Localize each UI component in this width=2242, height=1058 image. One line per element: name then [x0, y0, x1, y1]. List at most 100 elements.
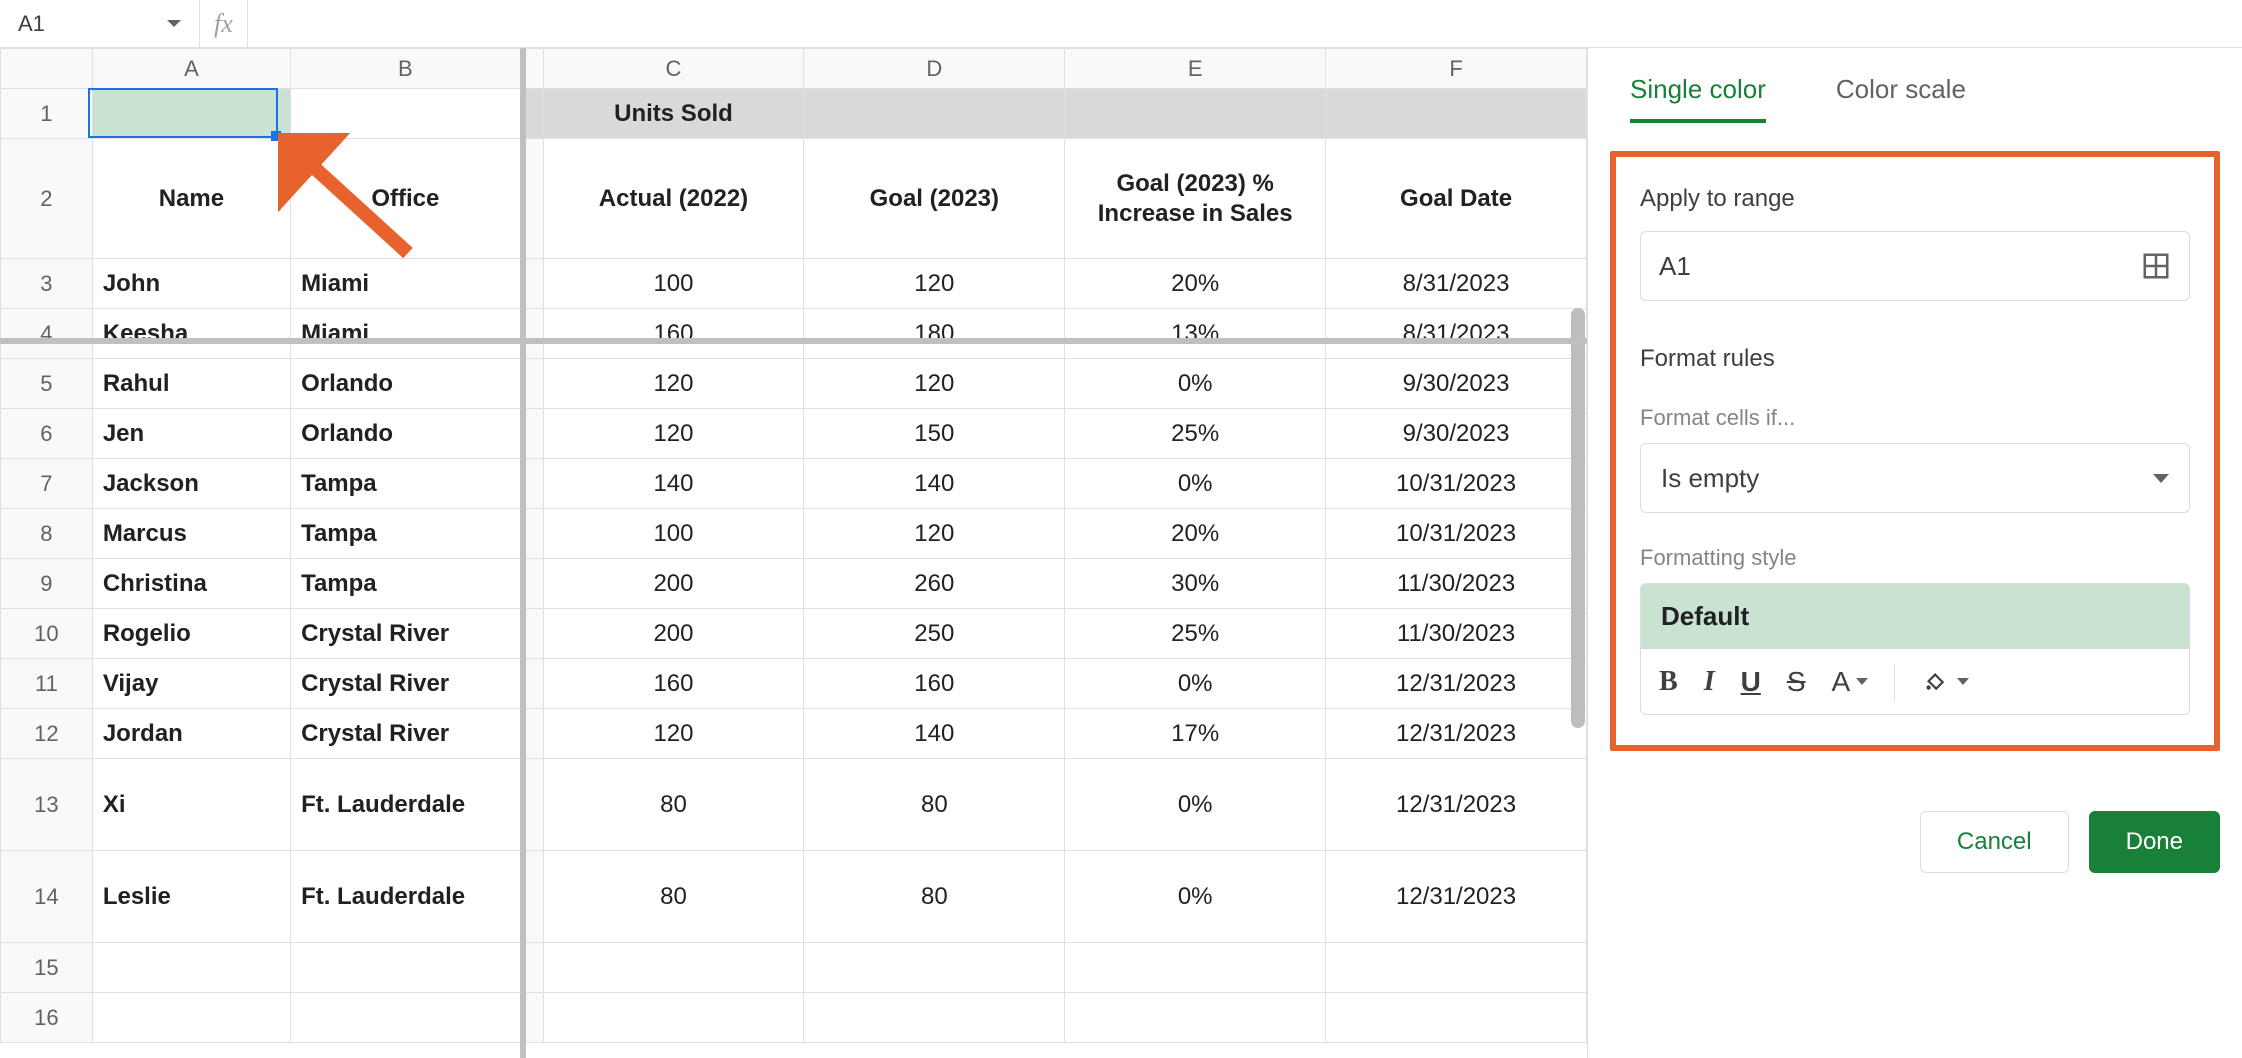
cell[interactable]: 20%: [1065, 259, 1326, 309]
apply-range-input[interactable]: A1: [1640, 231, 2190, 301]
bold-button[interactable]: B: [1659, 666, 1678, 698]
cell[interactable]: 10/31/2023: [1326, 459, 1587, 509]
col-header-F[interactable]: F: [1326, 49, 1587, 89]
cell[interactable]: Jordan: [92, 709, 290, 759]
cell[interactable]: 140: [804, 459, 1065, 509]
cell[interactable]: Xi: [92, 759, 290, 851]
cell[interactable]: [543, 943, 804, 993]
table-row[interactable]: 4 Keesha Miami 160 180 13% 8/31/2023: [1, 309, 1587, 359]
formula-input[interactable]: [248, 0, 2242, 47]
table-row[interactable]: 10 Rogelio Crystal River 200 250 25% 11/…: [1, 609, 1587, 659]
cell[interactable]: 100: [543, 509, 804, 559]
tab-single-color[interactable]: Single color: [1630, 68, 1766, 123]
cell[interactable]: 260: [804, 559, 1065, 609]
table-row[interactable]: 6 Jen Orlando 120 150 25% 9/30/2023: [1, 409, 1587, 459]
cell[interactable]: 120: [543, 359, 804, 409]
underline-button[interactable]: U: [1741, 666, 1761, 698]
row-header[interactable]: 8: [1, 509, 93, 559]
row-header[interactable]: 5: [1, 359, 93, 409]
table-row[interactable]: 15: [1, 943, 1587, 993]
row-header[interactable]: 15: [1, 943, 93, 993]
cell[interactable]: 120: [804, 509, 1065, 559]
col-header-D[interactable]: D: [804, 49, 1065, 89]
table-row[interactable]: 5 Rahul Orlando 120 120 0% 9/30/2023: [1, 359, 1587, 409]
table-row[interactable]: 12 Jordan Crystal River 120 140 17% 12/3…: [1, 709, 1587, 759]
cell-A2[interactable]: Name: [92, 139, 290, 259]
row-header[interactable]: 11: [1, 659, 93, 709]
cell[interactable]: Marcus: [92, 509, 290, 559]
cancel-button[interactable]: Cancel: [1920, 811, 2069, 873]
cell[interactable]: [291, 943, 521, 993]
cell[interactable]: Leslie: [92, 851, 290, 943]
cell[interactable]: 8/31/2023: [1326, 309, 1587, 359]
cell-E2[interactable]: Goal (2023) % Increase in Sales: [1065, 139, 1326, 259]
col-header-A[interactable]: A: [92, 49, 290, 89]
spreadsheet-grid[interactable]: A B C D E F 1 Units Sold: [0, 48, 1588, 1058]
cell[interactable]: 180: [804, 309, 1065, 359]
cell[interactable]: [291, 993, 521, 1043]
cell[interactable]: 25%: [1065, 409, 1326, 459]
cell[interactable]: [1065, 943, 1326, 993]
cell[interactable]: Rogelio: [92, 609, 290, 659]
cell[interactable]: 0%: [1065, 459, 1326, 509]
cell-E1[interactable]: [1065, 89, 1326, 139]
cell[interactable]: 160: [543, 659, 804, 709]
cell[interactable]: [804, 943, 1065, 993]
cell[interactable]: 140: [543, 459, 804, 509]
strikethrough-button[interactable]: S: [1787, 666, 1806, 698]
cell[interactable]: Jackson: [92, 459, 290, 509]
table-row[interactable]: 13 Xi Ft. Lauderdale 80 80 0% 12/31/2023: [1, 759, 1587, 851]
cell[interactable]: 250: [804, 609, 1065, 659]
table-row[interactable]: 2 Name Office Actual (2022) Goal (2023) …: [1, 139, 1587, 259]
cell[interactable]: 11/30/2023: [1326, 609, 1587, 659]
cell[interactable]: Orlando: [291, 409, 521, 459]
cell[interactable]: 9/30/2023: [1326, 359, 1587, 409]
cell[interactable]: 80: [804, 759, 1065, 851]
cell[interactable]: John: [92, 259, 290, 309]
cell[interactable]: 150: [804, 409, 1065, 459]
done-button[interactable]: Done: [2089, 811, 2220, 873]
row-header[interactable]: 14: [1, 851, 93, 943]
row-header[interactable]: 12: [1, 709, 93, 759]
cell-F2[interactable]: Goal Date: [1326, 139, 1587, 259]
cell[interactable]: 0%: [1065, 851, 1326, 943]
cell-A1[interactable]: [92, 89, 290, 139]
cell[interactable]: 0%: [1065, 659, 1326, 709]
table-row[interactable]: 16: [1, 993, 1587, 1043]
table-row[interactable]: 14 Leslie Ft. Lauderdale 80 80 0% 12/31/…: [1, 851, 1587, 943]
row-header[interactable]: 7: [1, 459, 93, 509]
row-header[interactable]: 1: [1, 89, 93, 139]
cell[interactable]: Miami: [291, 259, 521, 309]
cell[interactable]: 120: [543, 409, 804, 459]
cell[interactable]: [1326, 943, 1587, 993]
row-header[interactable]: 16: [1, 993, 93, 1043]
cell[interactable]: Jen: [92, 409, 290, 459]
cell-B2[interactable]: Office: [291, 139, 521, 259]
tab-color-scale[interactable]: Color scale: [1836, 68, 1966, 123]
row-header[interactable]: 3: [1, 259, 93, 309]
cell[interactable]: [804, 993, 1065, 1043]
cell[interactable]: Vijay: [92, 659, 290, 709]
cell[interactable]: 80: [543, 851, 804, 943]
cell[interactable]: Tampa: [291, 509, 521, 559]
cell[interactable]: 120: [804, 259, 1065, 309]
cell-D1[interactable]: [804, 89, 1065, 139]
cell[interactable]: 100: [543, 259, 804, 309]
cell[interactable]: 200: [543, 609, 804, 659]
cell[interactable]: 13%: [1065, 309, 1326, 359]
cell-C2[interactable]: Actual (2022): [543, 139, 804, 259]
condition-select[interactable]: Is empty: [1640, 443, 2190, 513]
cell[interactable]: Crystal River: [291, 659, 521, 709]
cell[interactable]: 160: [804, 659, 1065, 709]
cell[interactable]: 12/31/2023: [1326, 759, 1587, 851]
cell[interactable]: 0%: [1065, 359, 1326, 409]
cell[interactable]: 12/31/2023: [1326, 851, 1587, 943]
cell[interactable]: [1326, 993, 1587, 1043]
table-row[interactable]: 1 Units Sold: [1, 89, 1587, 139]
fill-color-button[interactable]: [1921, 667, 1969, 697]
text-color-button[interactable]: A: [1832, 666, 1869, 698]
table-row[interactable]: 3 John Miami 100 120 20% 8/31/2023: [1, 259, 1587, 309]
cell[interactable]: 160: [543, 309, 804, 359]
cell[interactable]: 200: [543, 559, 804, 609]
cell[interactable]: Crystal River: [291, 609, 521, 659]
